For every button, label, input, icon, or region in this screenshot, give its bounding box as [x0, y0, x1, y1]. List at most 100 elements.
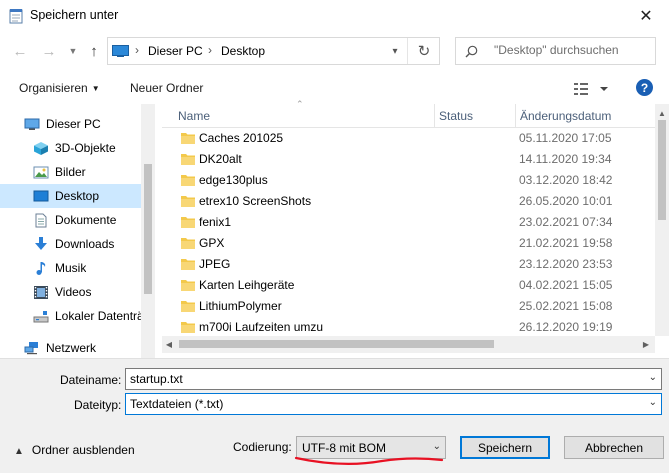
table-row[interactable]: Karten Leihgeräte 04.02.2021 15:05 [162, 275, 655, 296]
hide-folders-toggle[interactable]: ▲ Ordner ausblenden [14, 443, 135, 457]
file-modified-date: 26.12.2020 19:19 [519, 320, 613, 334]
file-list-vertical-scrollbar[interactable]: ▲ [655, 104, 669, 336]
folder-icon [181, 133, 195, 144]
file-modified-date: 03.12.2020 18:42 [519, 173, 613, 187]
table-row[interactable]: GPX 21.02.2021 19:58 [162, 233, 655, 254]
table-row[interactable]: JPEG 23.12.2020 23:53 [162, 254, 655, 275]
red-underline-annotation [294, 456, 444, 465]
sidebar-item-label: Dieser PC [46, 117, 101, 131]
navigation-pane: Dieser PC 3D-Objekte Bilder Desktop Doku… [0, 104, 155, 358]
videos-icon [34, 286, 48, 299]
breadcrumb-desktop[interactable]: Desktop [221, 44, 265, 58]
computer-icon [24, 118, 40, 130]
file-name: etrex10 ScreenShots [199, 194, 312, 208]
scroll-up-icon[interactable]: ▲ [655, 106, 669, 120]
file-name: Karten Leihgeräte [199, 278, 295, 292]
address-dropdown-icon[interactable]: ▾ [384, 40, 406, 62]
table-row[interactable]: fenix1 23.02.2021 07:34 [162, 212, 655, 233]
desktop-icon [33, 190, 49, 202]
chevron-down-icon[interactable]: ⌄ [649, 397, 657, 408]
table-row[interactable]: Caches 201025 05.11.2020 17:05 [162, 128, 655, 149]
sidebar-item-label: Lokaler Datenträ [55, 309, 141, 323]
table-row[interactable]: DK20alt 14.11.2020 19:34 [162, 149, 655, 170]
title-bar: Speichern unter ✕ [0, 0, 669, 31]
scroll-left-icon[interactable]: ◀ [162, 336, 176, 353]
view-options-icon[interactable] [572, 80, 612, 98]
sidebar-item-music[interactable]: Musik [0, 256, 141, 280]
cancel-button[interactable]: Abbrechen [564, 436, 664, 459]
sidebar-item-downloads[interactable]: Downloads [0, 232, 141, 256]
file-name: JPEG [199, 257, 231, 271]
sidebar-scrollbar[interactable] [141, 104, 155, 358]
drive-icon [33, 311, 49, 323]
sidebar-item-label: Bilder [55, 165, 86, 179]
sidebar-item-network[interactable]: Netzwerk [0, 336, 141, 358]
cube-icon [34, 142, 48, 155]
notepad-icon [9, 9, 23, 24]
filename-field[interactable]: startup.txt ⌄ [125, 368, 662, 390]
column-header-name[interactable]: Name [178, 104, 210, 128]
column-header-status[interactable]: Status [434, 104, 473, 128]
scrollbar-thumb[interactable] [144, 164, 152, 294]
file-name: m700i Laufzeiten umzu [199, 320, 324, 334]
sidebar-item-3d-objects[interactable]: 3D-Objekte [0, 136, 141, 160]
sidebar-item-desktop[interactable]: Desktop [0, 184, 141, 208]
filetype-label: Dateityp: [74, 398, 122, 412]
table-row[interactable]: LithiumPolymer 25.02.2021 15:08 [162, 296, 655, 317]
folder-icon [181, 196, 195, 207]
folder-icon [181, 238, 195, 249]
file-list: ⌃ Name Status Änderungsdatum Caches 2010… [162, 99, 669, 356]
chevron-down-icon[interactable]: ▼ [63, 41, 83, 61]
folder-icon [181, 259, 195, 270]
arrow-left-icon[interactable]: ← [10, 41, 30, 61]
scrollbar-thumb[interactable] [658, 120, 666, 220]
arrow-right-icon[interactable]: → [39, 41, 59, 61]
sidebar-item-pictures[interactable]: Bilder [0, 160, 141, 184]
sidebar-item-label: Desktop [55, 189, 100, 203]
file-modified-date: 23.12.2020 23:53 [519, 257, 613, 271]
table-row[interactable]: m700i Laufzeiten umzu 26.12.2020 19:19 [162, 317, 655, 338]
sidebar-item-documents[interactable]: Dokumente [0, 208, 141, 232]
sidebar-item-this-pc[interactable]: Dieser PC [0, 112, 141, 136]
sidebar-item-local-drive[interactable]: Lokaler Datenträ [0, 304, 141, 328]
navigation-bar: ← → ▼ ↑ › Dieser PC › Desktop ▾ ↻ [0, 31, 669, 71]
file-modified-date: 23.02.2021 07:34 [519, 215, 613, 229]
file-name: GPX [199, 236, 225, 250]
file-name: LithiumPolymer [199, 299, 282, 313]
search-box[interactable] [455, 37, 656, 65]
help-icon[interactable]: ? [636, 79, 653, 96]
scrollbar-thumb[interactable] [179, 340, 494, 348]
close-icon[interactable]: ✕ [623, 0, 669, 31]
organize-menu[interactable]: Organisieren ▼ [19, 81, 100, 95]
file-modified-date: 26.05.2020 10:01 [519, 194, 613, 208]
folder-icon [181, 280, 195, 291]
filetype-select[interactable]: Textdateien (*.txt) ⌄ [125, 393, 662, 415]
search-input[interactable] [494, 43, 652, 57]
breadcrumb-separator-icon: › [208, 43, 212, 57]
address-bar[interactable]: › Dieser PC › Desktop ▾ ↻ [107, 37, 440, 65]
column-header-modified[interactable]: Änderungsdatum [515, 104, 611, 128]
folder-icon [181, 322, 195, 333]
refresh-icon[interactable]: ↻ [407, 38, 440, 64]
command-bar: Organisieren ▼ Neuer Ordner ? [0, 71, 669, 104]
download-icon [35, 237, 47, 250]
filename-label: Dateiname: [60, 373, 122, 387]
sidebar-item-label: Videos [55, 285, 92, 299]
search-icon [465, 45, 478, 58]
arrow-up-icon[interactable]: ↑ [84, 41, 104, 61]
filetype-value: Textdateien (*.txt) [130, 397, 224, 411]
chevron-down-icon[interactable]: ⌄ [649, 372, 657, 383]
folder-icon [181, 301, 195, 312]
scroll-right-icon[interactable]: ▶ [639, 336, 653, 353]
breadcrumb-this-pc[interactable]: Dieser PC [148, 44, 203, 58]
encoding-label: Codierung: [233, 440, 292, 454]
sidebar-item-videos[interactable]: Videos [0, 280, 141, 304]
filename-value: startup.txt [130, 372, 183, 386]
file-modified-date: 25.02.2021 15:08 [519, 299, 613, 313]
new-folder-button[interactable]: Neuer Ordner [130, 81, 203, 95]
table-row[interactable]: edge130plus 03.12.2020 18:42 [162, 170, 655, 191]
table-row[interactable]: etrex10 ScreenShots 26.05.2020 10:01 [162, 191, 655, 212]
file-list-horizontal-scrollbar[interactable]: ◀ ▶ [162, 336, 655, 353]
save-button[interactable]: Speichern [460, 436, 550, 459]
hide-folders-label: Ordner ausblenden [31, 443, 135, 457]
